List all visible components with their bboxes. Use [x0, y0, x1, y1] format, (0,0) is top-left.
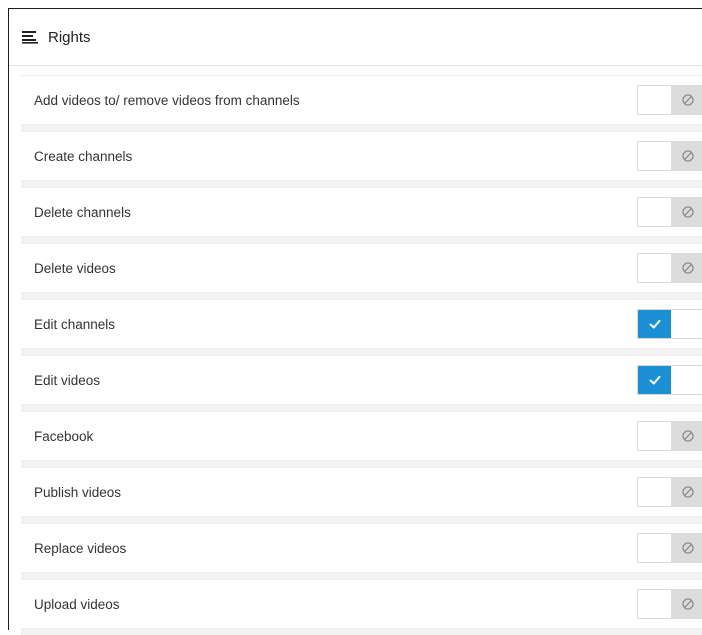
right-row: Publish videos — [21, 467, 702, 517]
panel-title: Rights — [48, 28, 91, 46]
toggle-track — [638, 254, 671, 282]
right-label: Publish videos — [34, 484, 122, 500]
right-toggle[interactable] — [637, 365, 702, 395]
disabled-circle-icon — [671, 534, 702, 562]
right-row: Edit channels — [21, 299, 702, 349]
right-toggle[interactable] — [637, 533, 702, 563]
right-label: Edit videos — [34, 372, 101, 388]
toggle-track — [638, 590, 671, 618]
right-label: Delete videos — [34, 260, 116, 276]
right-label: Add videos to/ remove videos from channe… — [34, 92, 300, 108]
right-label: Facebook — [34, 428, 94, 444]
right-toggle[interactable] — [637, 309, 702, 339]
right-toggle[interactable] — [637, 477, 702, 507]
right-label: Delete channels — [34, 204, 131, 220]
disabled-circle-icon — [671, 142, 702, 170]
disabled-circle-icon — [671, 254, 702, 282]
lines-icon — [22, 30, 38, 44]
toggle-track — [638, 478, 671, 506]
right-toggle[interactable] — [637, 85, 702, 115]
checkmark-icon — [638, 366, 671, 394]
right-row: Facebook — [21, 411, 702, 461]
right-row: Replace videos — [21, 523, 702, 573]
right-label: Create channels — [34, 148, 133, 164]
right-label: Edit channels — [34, 316, 116, 332]
right-toggle[interactable] — [637, 141, 702, 171]
toggle-track — [671, 310, 702, 338]
disabled-circle-icon — [671, 422, 702, 450]
rights-panel: Rights Add videos to/ remove videos from… — [8, 8, 702, 635]
checkmark-icon — [638, 310, 671, 338]
right-label: Replace videos — [34, 540, 127, 556]
toggle-track — [671, 366, 702, 394]
toggle-track — [638, 534, 671, 562]
rights-list: Add videos to/ remove videos from channe… — [21, 75, 702, 635]
toggle-track — [638, 142, 671, 170]
right-row: Delete channels — [21, 187, 702, 237]
right-row: Add videos to/ remove videos from channe… — [21, 75, 702, 125]
toggle-track — [638, 86, 671, 114]
right-row: Edit videos — [21, 355, 702, 405]
right-toggle[interactable] — [637, 197, 702, 227]
panel-header: Rights — [9, 9, 702, 66]
right-toggle[interactable] — [637, 421, 702, 451]
toggle-track — [638, 198, 671, 226]
right-toggle[interactable] — [637, 253, 702, 283]
toggle-track — [638, 422, 671, 450]
right-row: Delete videos — [21, 243, 702, 293]
disabled-circle-icon — [671, 86, 702, 114]
disabled-circle-icon — [671, 590, 702, 618]
right-toggle[interactable] — [637, 589, 702, 619]
right-row: Create channels — [21, 131, 702, 181]
right-row: Upload videos — [21, 579, 702, 629]
right-label: Upload videos — [34, 596, 120, 612]
disabled-circle-icon — [671, 198, 702, 226]
disabled-circle-icon — [671, 478, 702, 506]
